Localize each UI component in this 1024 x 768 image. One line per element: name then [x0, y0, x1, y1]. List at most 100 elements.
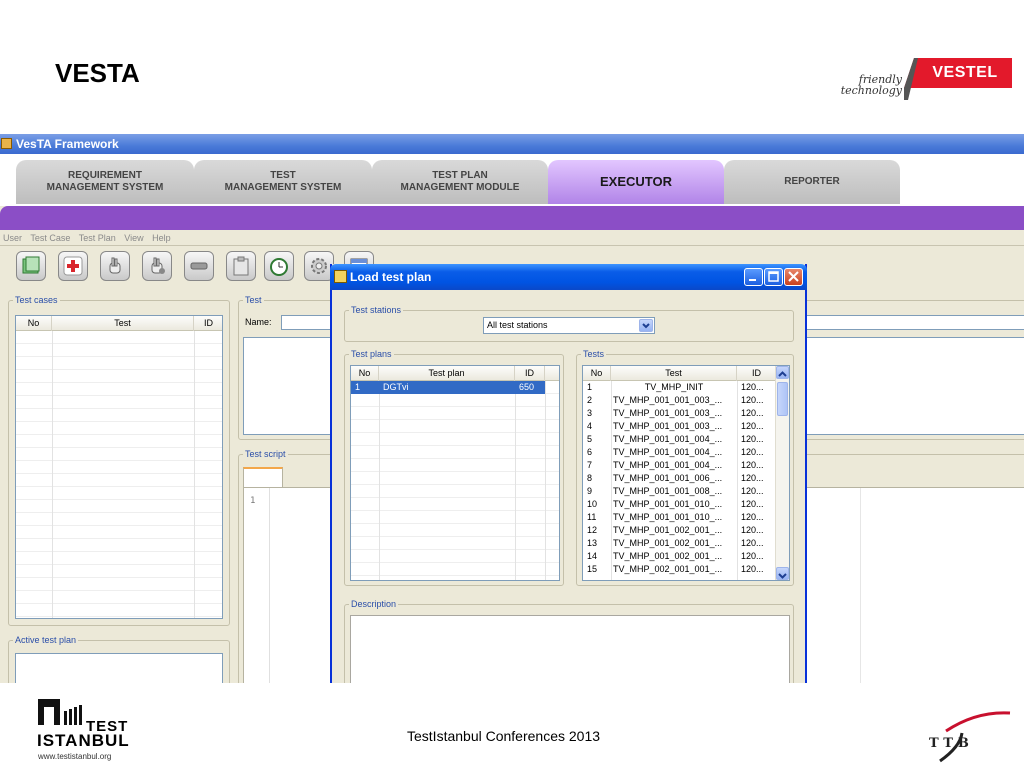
column-no[interactable]: No — [351, 366, 379, 381]
test-no: 5 — [587, 434, 593, 444]
load-test-plan-dialog: Load test plan Test stations All test st… — [330, 264, 807, 683]
test-plans-grid[interactable]: No Test plan ID 1 DGTvi 650 — [350, 365, 560, 581]
menu-help[interactable]: Help — [152, 233, 171, 243]
scroll-down-button[interactable] — [776, 567, 789, 580]
close-icon — [788, 271, 799, 282]
remove-icon — [190, 262, 208, 270]
tab-reporter[interactable]: REPORTER — [724, 160, 900, 204]
test-id: 120... — [741, 512, 764, 522]
minimize-button[interactable] — [744, 268, 763, 286]
test-name: TV_MHP_001_002_001_... — [613, 551, 723, 561]
tests-row[interactable]: 10 TV_MHP_001_001_010_... 120... — [583, 498, 777, 511]
column-id[interactable]: ID — [194, 316, 222, 331]
hand-button[interactable] — [100, 251, 130, 281]
tests-row[interactable]: 2 TV_MHP_001_001_003_... 120... — [583, 394, 777, 407]
test-script-tab[interactable] — [243, 467, 283, 487]
hand-run-button[interactable] — [142, 251, 172, 281]
tests-scrollbar[interactable] — [775, 366, 789, 580]
test-plan-row[interactable]: 1 DGTvi 650 — [351, 381, 545, 394]
test-no: 12 — [587, 525, 598, 535]
remove-button[interactable] — [184, 251, 214, 281]
dialog-title: Load test plan — [350, 270, 432, 284]
tests-row[interactable]: 15 TV_MHP_002_001_001_... 120... — [583, 563, 777, 576]
test-id: 120... — [741, 434, 764, 444]
test-plans-body: 1 DGTvi 650 — [351, 381, 559, 580]
tests-row[interactable]: 12 TV_MHP_001_002_001_... 120... — [583, 524, 777, 537]
add-button[interactable] — [58, 251, 88, 281]
menu-test-case[interactable]: Test Case — [30, 233, 70, 243]
test-script-label: Test script — [243, 448, 288, 460]
column-id[interactable]: ID — [737, 366, 777, 381]
test-name: TV_MHP_INIT — [644, 382, 704, 392]
chevron-down-icon[interactable] — [639, 319, 653, 332]
clock-button[interactable] — [264, 251, 294, 281]
test-no: 13 — [587, 538, 598, 548]
test-no: 4 — [587, 421, 593, 431]
test-stations-selected: All test stations — [487, 320, 548, 330]
column-test[interactable]: Test — [52, 316, 194, 331]
test-no: 3 — [587, 408, 593, 418]
test-id: 120... — [741, 447, 764, 457]
test-id: 120... — [741, 564, 764, 574]
column-no[interactable]: No — [583, 366, 611, 381]
column-id[interactable]: ID — [515, 366, 545, 381]
tests-row[interactable]: 5 TV_MHP_001_001_004_... 120... — [583, 433, 777, 446]
test-no: 6 — [587, 447, 593, 457]
minimize-icon — [749, 279, 756, 281]
maximize-icon — [768, 271, 779, 282]
active-test-plan-box[interactable] — [15, 653, 223, 683]
tab-test-management[interactable]: TEST MANAGEMENT SYSTEM — [194, 160, 372, 204]
scroll-thumb[interactable] — [777, 382, 788, 416]
menu-test-plan[interactable]: Test Plan — [79, 233, 116, 243]
testistanbul-word-istanbul: ISTANBUL — [37, 731, 130, 750]
menu-view[interactable]: View — [124, 233, 143, 243]
test-plans-header: No Test plan ID — [351, 366, 559, 381]
tab-executor[interactable]: EXECUTOR — [548, 160, 724, 204]
tests-row[interactable]: 14 TV_MHP_001_002_001_... 120... — [583, 550, 777, 563]
test-cases-grid[interactable]: No Test ID — [15, 315, 223, 619]
tab-requirement-management[interactable]: REQUIREMENT MANAGEMENT SYSTEM — [16, 160, 194, 204]
test-name: TV_MHP_001_001_004_... — [613, 460, 723, 470]
tests-row[interactable]: 3 TV_MHP_001_001_003_... 120... — [583, 407, 777, 420]
column-test-plan[interactable]: Test plan — [379, 366, 515, 381]
clipboard-button[interactable] — [226, 251, 256, 281]
tests-grid[interactable]: No Test ID 1 TV_MHP_INIT 120... 2 TV_MHP_001… — [582, 365, 790, 581]
maximize-button[interactable] — [764, 268, 783, 286]
tests-row[interactable]: 7 TV_MHP_001_001_004_... 120... — [583, 459, 777, 472]
tests-row[interactable]: 13 TV_MHP_001_002_001_... 120... — [583, 537, 777, 550]
test-no: 10 — [587, 499, 598, 509]
dialog-titlebar: Load test plan — [330, 264, 807, 290]
tests-row[interactable]: 1 TV_MHP_INIT 120... — [583, 381, 777, 394]
tests-group: Tests No Test ID 1 TV_MHP_INIT 120... 2 TV_M… — [576, 348, 794, 586]
tests-row[interactable]: 9 TV_MHP_001_001_008_... 120... — [583, 485, 777, 498]
active-test-plan-group: Active test plan — [8, 634, 230, 683]
test-id: 120... — [741, 486, 764, 496]
tests-row[interactable]: 8 TV_MHP_001_001_006_... 120... — [583, 472, 777, 485]
chevron-down-icon — [778, 573, 787, 579]
line-gutter — [244, 488, 270, 683]
hand-icon — [109, 257, 121, 274]
test-stations-select[interactable]: All test stations — [483, 317, 655, 334]
test-no: 9 — [587, 486, 593, 496]
scroll-up-button[interactable] — [776, 366, 789, 379]
close-button[interactable] — [784, 268, 803, 286]
test-name: TV_MHP_001_001_004_... — [613, 434, 723, 444]
test-label: Test — [243, 294, 264, 306]
test-no: 14 — [587, 551, 598, 561]
tests-row[interactable]: 4 TV_MHP_001_001_003_... 120... — [583, 420, 777, 433]
test-id: 120... — [741, 421, 764, 431]
load-plan-button[interactable] — [16, 251, 46, 281]
module-tabs: REQUIREMENT MANAGEMENT SYSTEM TEST MANAG… — [0, 154, 1024, 206]
ttb-logo-text: TTB — [929, 736, 974, 751]
tests-row[interactable]: 11 TV_MHP_001_001_010_... 120... — [583, 511, 777, 524]
load-plan-icon — [22, 256, 40, 274]
tests-row[interactable]: 6 TV_MHP_001_001_004_... 120... — [583, 446, 777, 459]
description-box[interactable] — [350, 615, 790, 683]
test-no: 7 — [587, 460, 593, 470]
settings-icon — [311, 258, 327, 274]
column-no[interactable]: No — [16, 316, 52, 331]
tab-test-plan-management[interactable]: TEST PLAN MANAGEMENT MODULE — [372, 160, 548, 204]
test-id: 120... — [741, 538, 764, 548]
column-test[interactable]: Test — [611, 366, 737, 381]
menu-user[interactable]: User — [3, 233, 22, 243]
